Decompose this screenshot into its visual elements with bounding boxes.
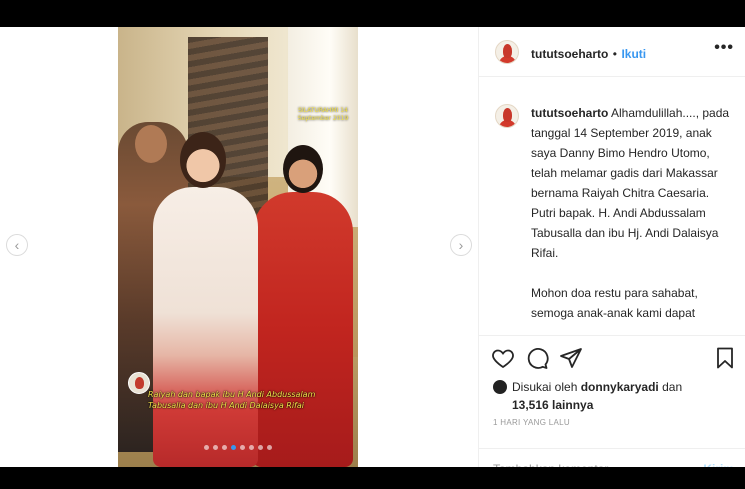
photo-girl-figure (153, 187, 258, 467)
likes-count[interactable]: 13,516 lainnya (493, 396, 733, 414)
post-timestamp[interactable]: 1 HARI YANG LALU (493, 418, 570, 427)
comment-icon[interactable] (525, 346, 549, 370)
share-icon[interactable] (559, 346, 583, 370)
carousel-dot (213, 445, 218, 450)
photo-man-head (135, 125, 167, 163)
follow-button[interactable]: Ikuti (621, 47, 646, 61)
media-stage: ‹ SILATURAHMI 14 September 2019 Raiyah d… (0, 27, 478, 467)
caption-author-avatar[interactable] (495, 104, 519, 128)
post-header: tututsoeharto • Ikuti ••• (479, 27, 745, 77)
carousel-dot (204, 445, 209, 450)
more-dots-icon[interactable]: ••• (714, 39, 734, 57)
post-actions: Disukai oleh donnykaryadi dan 13,516 lai… (479, 335, 745, 476)
header-separator: • (612, 47, 617, 61)
action-icon-row (491, 346, 736, 372)
prev-arrow-icon[interactable]: ‹ (6, 234, 28, 256)
carousel-dot (231, 445, 236, 450)
liked-by-user[interactable]: donnykaryadi (581, 380, 659, 394)
post-side-panel: tututsoeharto • Ikuti ••• tututsoeharto … (478, 27, 745, 476)
heart-icon[interactable] (491, 346, 515, 370)
post-photo[interactable]: SILATURAHMI 14 September 2019 Raiyah dan… (118, 27, 358, 467)
photo-overlay-top-text: SILATURAHMI 14 September 2019 (297, 107, 349, 122)
liker-avatar[interactable] (493, 380, 507, 394)
liked-by-prefix: Disukai oleh (512, 380, 578, 394)
bottom-black-bar (0, 467, 745, 489)
likes-summary: Disukai oleh donnykaryadi dan 13,516 lai… (493, 378, 733, 414)
author-username[interactable]: tututsoeharto (531, 47, 608, 61)
liked-by-and: dan (662, 380, 683, 394)
carousel-dot (267, 445, 272, 450)
caption-paragraph-2: Mohon doa restu para sahabat, semoga ana… (531, 286, 698, 320)
carousel-dot (258, 445, 263, 450)
header-meta: tututsoeharto • Ikuti (531, 45, 646, 63)
photo-overlay-bottom-text: Raiyah dan bapak ibu H Andi Abdussalam T… (148, 390, 316, 410)
carousel-dot (240, 445, 245, 450)
next-arrow-icon[interactable]: › (450, 234, 472, 256)
caption-text: tututsoeharto Alhamdulillah...., pada ta… (531, 103, 736, 323)
bookmark-icon[interactable] (713, 346, 737, 370)
photo-lady-figure (253, 192, 353, 467)
photo-girl-head (180, 132, 226, 188)
photo-lady-head (283, 145, 323, 193)
caption-username[interactable]: tututsoeharto (531, 106, 608, 120)
caption-area: tututsoeharto Alhamdulillah...., pada ta… (479, 87, 745, 335)
author-avatar[interactable] (495, 40, 519, 64)
carousel-dots (118, 445, 358, 450)
carousel-dot (249, 445, 254, 450)
top-black-bar (0, 0, 745, 27)
carousel-dot (222, 445, 227, 450)
caption-paragraph-1: Alhamdulillah...., pada tanggal 14 Septe… (531, 106, 730, 260)
